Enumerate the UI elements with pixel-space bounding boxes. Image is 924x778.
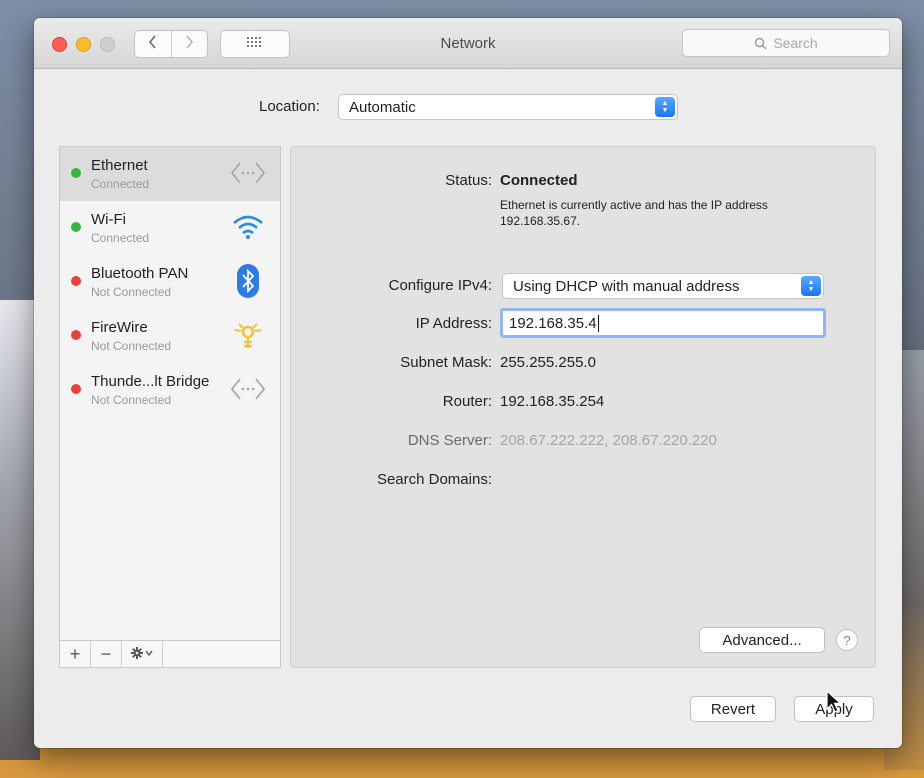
firewire-icon	[228, 317, 268, 353]
ethernet-arrows-icon	[228, 155, 268, 191]
status-dot	[71, 276, 81, 286]
add-service-button[interactable]: +	[60, 641, 91, 667]
gear-icon	[130, 646, 154, 663]
search-icon	[754, 37, 767, 50]
status-label: Status:	[445, 172, 492, 189]
search-domains-label: Search Domains:	[376, 471, 492, 488]
bluetooth-icon	[228, 263, 268, 299]
status-dot	[71, 222, 81, 232]
router-value: 192.168.35.254	[500, 393, 605, 410]
location-value: Automatic	[349, 98, 416, 116]
wifi-icon	[228, 209, 268, 245]
ip-address-field[interactable]: 192.168.35.4	[500, 308, 826, 338]
service-status: Not Connected	[91, 285, 172, 299]
configure-ipv4-select[interactable]: Using DHCP with manual address ▲ ▼	[502, 273, 824, 299]
service-item-ethernet[interactable]: Ethernet Connected	[60, 147, 280, 201]
updown-chevron-icon: ▲ ▼	[801, 276, 821, 296]
action-menu-button[interactable]	[122, 641, 163, 667]
subnet-mask-value: 255.255.255.0	[500, 354, 596, 371]
dns-server-value: 208.67.222.222, 208.67.220.220	[500, 432, 717, 449]
service-name: Wi-Fi	[91, 211, 126, 228]
text-caret	[597, 314, 599, 332]
service-item-wifi[interactable]: Wi-Fi Connected	[60, 201, 280, 255]
service-status: Not Connected	[91, 339, 172, 353]
location-label: Location:	[259, 98, 320, 115]
ethernet-arrows-icon	[228, 371, 268, 407]
service-name: Thunde...lt Bridge	[91, 373, 210, 390]
advanced-button[interactable]: Advanced...	[699, 627, 825, 653]
service-name: Bluetooth PAN	[91, 265, 189, 282]
configure-ipv4-value: Using DHCP with manual address	[513, 277, 740, 295]
service-item-bluetooth-pan[interactable]: Bluetooth PAN Not Connected	[60, 255, 280, 309]
status-dot	[71, 168, 81, 178]
service-item-firewire[interactable]: FireWire Not Connected	[60, 309, 280, 363]
service-item-thunderbolt-bridge[interactable]: Thunde...lt Bridge Not Connected	[60, 363, 280, 417]
subnet-mask-label: Subnet Mask:	[400, 354, 492, 371]
location-select[interactable]: Automatic ▲ ▼	[338, 94, 678, 120]
service-name: FireWire	[91, 319, 148, 336]
status-dot	[71, 384, 81, 394]
status-value: Connected	[500, 172, 578, 189]
service-status: Connected	[91, 231, 150, 245]
service-name: Ethernet	[91, 157, 148, 174]
ip-address-label: IP Address:	[415, 315, 492, 332]
detail-pane: Status: Connected Ethernet is currently …	[290, 146, 876, 668]
configure-ipv4-label: Configure IPv4:	[388, 277, 492, 294]
search-field[interactable]: Search	[682, 29, 890, 57]
title-bar: Network Search	[34, 18, 902, 69]
remove-service-button[interactable]: −	[91, 641, 122, 667]
mouse-pointer-icon	[826, 689, 843, 719]
service-list: Ethernet Connected Wi-Fi Connected Bluet…	[59, 146, 281, 644]
service-status: Connected	[91, 177, 150, 191]
ip-address-value: 192.168.35.4	[509, 314, 597, 332]
status-dot	[71, 330, 81, 340]
service-status: Not Connected	[91, 393, 172, 407]
router-label: Router:	[442, 393, 492, 410]
revert-button[interactable]: Revert	[690, 696, 776, 722]
updown-chevron-icon: ▲ ▼	[655, 97, 675, 117]
help-button[interactable]: ?	[836, 629, 858, 651]
search-placeholder: Search	[773, 35, 818, 51]
status-description: Ethernet is currently active and has the…	[500, 198, 768, 228]
dns-server-label: DNS Server:	[407, 432, 492, 449]
service-list-toolbar: + −	[59, 640, 281, 668]
network-preferences-window: Network Search Location: Automatic ▲ ▼ Et…	[34, 18, 902, 748]
